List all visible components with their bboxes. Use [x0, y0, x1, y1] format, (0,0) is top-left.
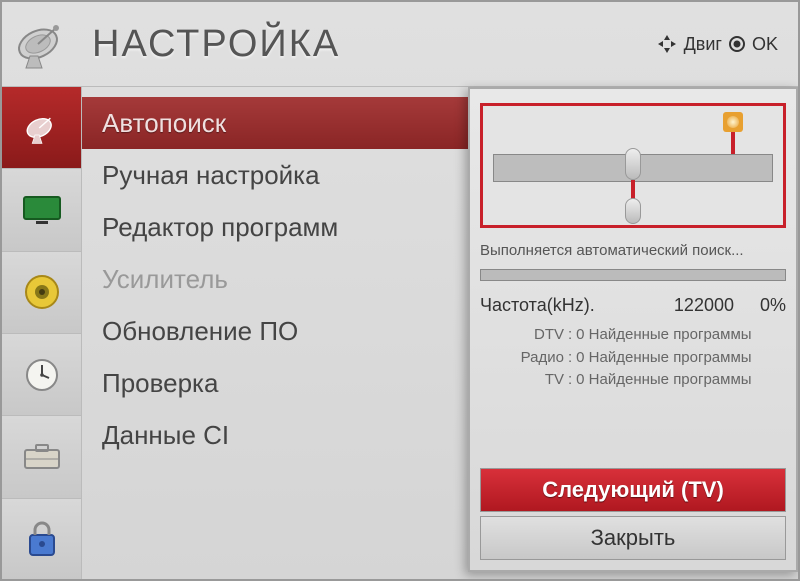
content: Автопоиск Ручная настройка Редактор прог… — [82, 87, 798, 581]
found-value: 0 Найденные программы — [576, 369, 751, 392]
found-row-radio: Радио : 0 Найденные программы — [510, 347, 786, 370]
clock-icon — [22, 355, 62, 395]
header-icon — [2, 2, 82, 87]
found-row-tv: TV : 0 Найденные программы — [510, 369, 786, 392]
sidebar-item-picture[interactable] — [2, 169, 81, 251]
found-key: TV — [510, 369, 564, 392]
tv-settings-screen: НАСТРОЙКА Двиг OK — [0, 0, 800, 581]
found-row-dtv: DTV : 0 Найденные программы — [510, 324, 786, 347]
page-title: НАСТРОЙКА — [82, 23, 656, 66]
found-list: DTV : 0 Найденные программы Радио : 0 На… — [510, 324, 786, 392]
frequency-value: 122000 — [668, 295, 740, 316]
frequency-row: Частота(kHz). 122000 0% — [480, 295, 786, 316]
search-percent: 0% — [740, 295, 786, 316]
speaker-icon — [22, 272, 62, 312]
main: Автопоиск Ручная настройка Редактор прог… — [2, 87, 798, 581]
briefcase-icon — [21, 442, 63, 472]
search-status: Выполняется автоматический поиск... — [480, 242, 786, 259]
ok-dot-icon — [728, 35, 746, 53]
satellite-dish-icon — [12, 14, 72, 74]
sidebar — [2, 87, 82, 581]
hint-ok-label: OK — [752, 34, 778, 55]
lock-icon — [24, 519, 60, 559]
dpad-icon — [656, 33, 678, 55]
antenna-socket-icon — [723, 112, 743, 132]
sidebar-item-time[interactable] — [2, 334, 81, 416]
satellite-dish-icon — [21, 107, 63, 149]
next-button[interactable]: Следующий (TV) — [480, 468, 786, 512]
splitter-icon — [625, 148, 641, 180]
found-value: 0 Найденные программы — [576, 324, 751, 347]
splitter-icon — [625, 198, 641, 224]
sidebar-item-audio[interactable] — [2, 252, 81, 334]
found-key: DTV — [510, 324, 564, 347]
connection-diagram — [480, 103, 786, 228]
sidebar-item-option[interactable] — [2, 416, 81, 498]
progress-bar — [480, 269, 786, 281]
autosearch-popup: Выполняется автоматический поиск... Част… — [468, 87, 798, 572]
frequency-label: Частота(kHz). — [480, 295, 668, 316]
hint-move-label: Двиг — [684, 34, 722, 55]
header: НАСТРОЙКА Двиг OK — [2, 2, 798, 87]
monitor-icon — [22, 195, 62, 225]
found-key: Радио — [510, 347, 564, 370]
sidebar-item-setup[interactable] — [2, 87, 81, 169]
sidebar-item-lock[interactable] — [2, 499, 81, 581]
close-button[interactable]: Закрыть — [480, 516, 786, 560]
found-value: 0 Найденные программы — [576, 347, 751, 370]
nav-hints: Двиг OK — [656, 33, 778, 55]
